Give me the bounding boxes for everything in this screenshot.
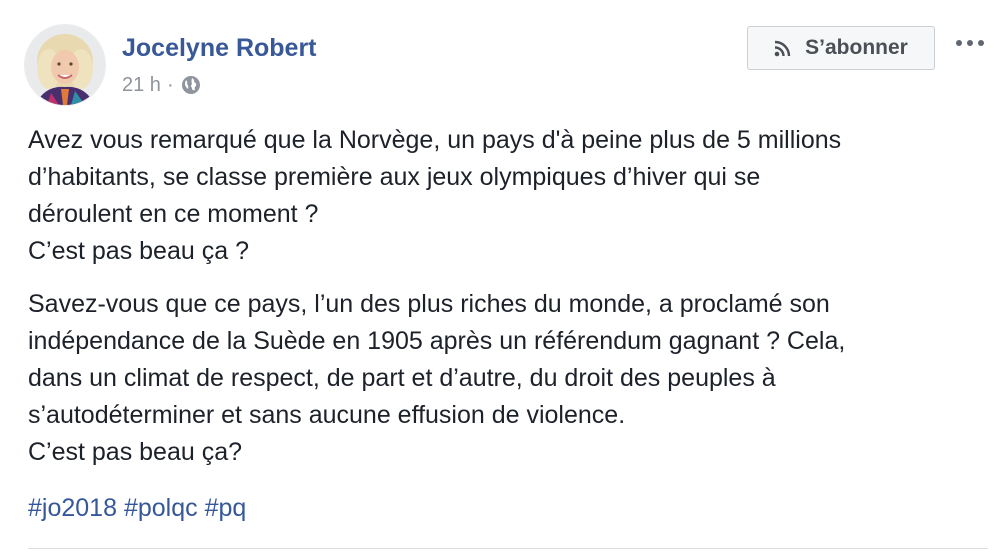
body-line: d’habitants, se classe première aux jeux… [28,163,761,191]
hashtag-link[interactable]: #jo2018 [28,494,117,522]
body-line: indépendance de la Suède en 1905 après u… [28,327,846,355]
avatar-photo [25,25,105,105]
body-line: déroulent en ce moment ? [28,200,319,228]
body-line: Avez vous remarqué que la Norvège, un pa… [28,126,842,154]
author-name[interactable]: Jocelyne Robert [122,30,317,66]
subscribe-label: S’abonner [805,36,908,59]
more-options-icon [956,40,984,46]
more-options-button[interactable] [950,28,990,58]
facebook-post: Jocelyne Robert 21 h · S’abonner Avez vo… [0,0,1002,552]
hashtag-link[interactable]: #pq [205,494,247,522]
subscribe-button[interactable]: S’abonner [747,26,935,70]
post-body: Avez vous remarqué que la Norvège, un pa… [28,122,988,471]
body-line: C’est pas beau ça ? [28,237,249,265]
body-line: C’est pas beau ça? [28,438,243,466]
body-line: dans un climat de respect, de part et d’… [28,364,776,392]
globe-icon[interactable] [180,74,202,96]
hashtag-link[interactable]: #polqc [124,494,198,522]
hashtags: #jo2018 #polqc #pq [28,490,246,526]
body-line: Savez-vous que ce pays, l’un des plus ri… [28,290,830,318]
meta-separator: · [166,73,174,96]
body-line: s’autodéterminer et sans aucune effusion… [28,401,626,429]
post-timestamp[interactable]: 21 h [122,74,161,97]
post-meta: 21 h · [122,70,202,100]
author-avatar[interactable] [25,25,105,105]
post-divider [28,548,988,549]
rss-icon [774,40,791,57]
